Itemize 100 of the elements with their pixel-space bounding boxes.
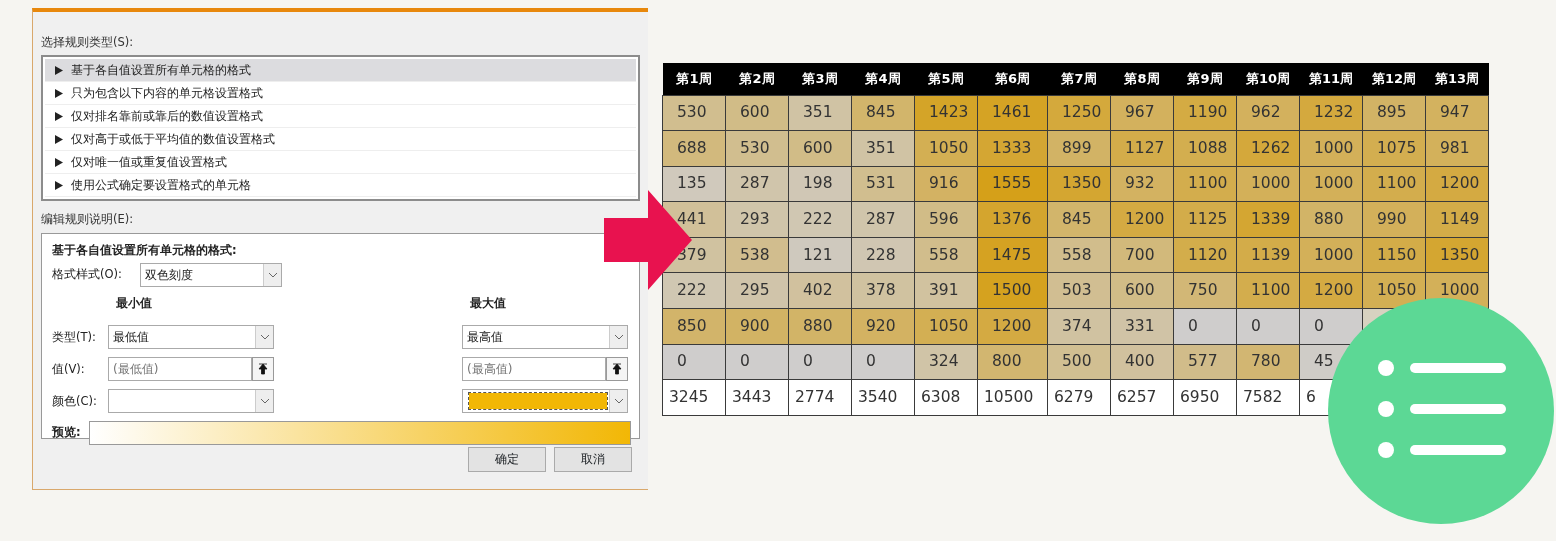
upload-icon[interactable]	[252, 356, 274, 381]
table-cell: 1125	[1173, 201, 1237, 238]
triangle-icon	[55, 65, 63, 75]
rule-type-item[interactable]: 仅对排名靠前或靠后的数值设置格式	[45, 105, 636, 129]
dialog-button[interactable]: 取消	[554, 446, 632, 472]
table-cell: 228	[851, 237, 915, 273]
upload-icon[interactable]	[606, 356, 628, 381]
table-cell: 577	[1173, 344, 1237, 380]
table-cell: 1050	[914, 308, 978, 345]
table-cell: 351	[851, 130, 915, 167]
table-cell: 981	[1425, 130, 1489, 167]
table-cell: 391	[914, 272, 978, 309]
column-header: 第7周	[1047, 63, 1111, 95]
total-cell: 6279	[1047, 379, 1111, 416]
table-cell: 845	[851, 95, 915, 131]
table-cell: 295	[725, 272, 789, 309]
table-cell: 1000	[1299, 166, 1363, 202]
table-cell: 895	[1362, 95, 1426, 131]
table-cell: 1000	[1299, 237, 1363, 273]
column-header: 第4周	[851, 63, 915, 95]
table-cell: 1232	[1299, 95, 1363, 131]
table-cell: 538	[725, 237, 789, 273]
table-cell: 1475	[977, 237, 1048, 273]
table-cell: 0	[725, 344, 789, 380]
table-cell: 750	[1173, 272, 1237, 309]
rule-type-item[interactable]: 基于各自值设置所有单元格的格式	[45, 59, 636, 83]
rule-type-item[interactable]: 使用公式确定要设置格式的单元格	[45, 174, 636, 198]
rule-type-item[interactable]: 仅对高于或低于平均值的数值设置格式	[45, 128, 636, 152]
table-cell: 1075	[1362, 130, 1426, 167]
color-select[interactable]	[108, 388, 274, 413]
dropdown-icon	[263, 263, 281, 286]
triangle-icon	[55, 134, 63, 144]
column-header: 第11周	[1299, 63, 1363, 95]
column-header: 第8周	[1110, 63, 1174, 95]
table-cell: 1149	[1425, 201, 1489, 238]
triangle-icon	[55, 180, 63, 190]
table-cell: 880	[1299, 201, 1363, 238]
field-label: 预览:	[52, 424, 81, 442]
table-cell: 600	[725, 95, 789, 131]
table-cell: 1100	[1236, 272, 1300, 309]
table-cell: 287	[851, 201, 915, 238]
table-cell: 1333	[977, 130, 1048, 167]
column-header: 第1周	[662, 63, 726, 95]
table-cell: 1190	[1173, 95, 1237, 131]
total-cell: 2774	[788, 379, 852, 416]
table-cell: 700	[1110, 237, 1174, 273]
table-cell: 530	[662, 95, 726, 131]
dropdown-icon	[609, 325, 627, 348]
table-cell: 1461	[977, 95, 1048, 131]
table-cell: 1339	[1236, 201, 1300, 238]
column-header: 第5周	[914, 63, 978, 95]
total-cell: 3540	[851, 379, 915, 416]
table-cell: 331	[1110, 308, 1174, 345]
dropdown-icon	[609, 389, 627, 412]
table-cell: 0	[1236, 308, 1300, 345]
table-cell: 1000	[1299, 130, 1363, 167]
column-header: 第12周	[1362, 63, 1426, 95]
table-cell: 688	[662, 130, 726, 167]
table-cell: 287	[725, 166, 789, 202]
table-cell: 378	[851, 272, 915, 309]
type-select[interactable]: 最高值	[462, 324, 628, 349]
table-cell: 947	[1425, 95, 1489, 131]
dialog-button[interactable]: 确定	[468, 446, 546, 472]
table-cell: 967	[1110, 95, 1174, 131]
color-select[interactable]	[462, 388, 628, 413]
table-cell: 900	[725, 308, 789, 345]
table-cell: 558	[1047, 237, 1111, 273]
table-cell: 1120	[1173, 237, 1237, 273]
total-cell: 6950	[1173, 379, 1237, 416]
table-cell: 1250	[1047, 95, 1111, 131]
table-cell: 1139	[1236, 237, 1300, 273]
type-select[interactable]: 最低值	[108, 324, 274, 349]
table-cell: 600	[788, 130, 852, 167]
column-header: 第10周	[1236, 63, 1300, 95]
table-cell: 135	[662, 166, 726, 202]
table-cell: 600	[1110, 272, 1174, 309]
section-label: 编辑规则说明(E):	[41, 211, 135, 229]
table-cell: 990	[1362, 201, 1426, 238]
table-cell: 1100	[1173, 166, 1237, 202]
table-cell: 880	[788, 308, 852, 345]
triangle-icon	[55, 111, 63, 121]
total-cell: 10500	[977, 379, 1048, 416]
format-style-select[interactable]: 双色刻度	[140, 262, 282, 287]
table-cell: 0	[851, 344, 915, 380]
table-cell: 222	[662, 272, 726, 309]
rule-type-item[interactable]: 仅对唯一值或重复值设置格式	[45, 151, 636, 175]
column-header: 第13周	[1425, 63, 1489, 95]
table-cell: 351	[788, 95, 852, 131]
table-cell: 962	[1236, 95, 1300, 131]
table-cell: 222	[788, 201, 852, 238]
table-cell: 850	[662, 308, 726, 345]
triangle-icon	[55, 88, 63, 98]
table-cell: 1100	[1362, 166, 1426, 202]
table-cell: 1350	[1425, 237, 1489, 273]
table-cell: 0	[788, 344, 852, 380]
table-cell: 899	[1047, 130, 1111, 167]
table-cell: 558	[914, 237, 978, 273]
rule-type-item[interactable]: 只为包含以下内容的单元格设置格式	[45, 82, 636, 106]
column-heading: 最大值	[469, 294, 507, 312]
table-cell: 800	[977, 344, 1048, 380]
